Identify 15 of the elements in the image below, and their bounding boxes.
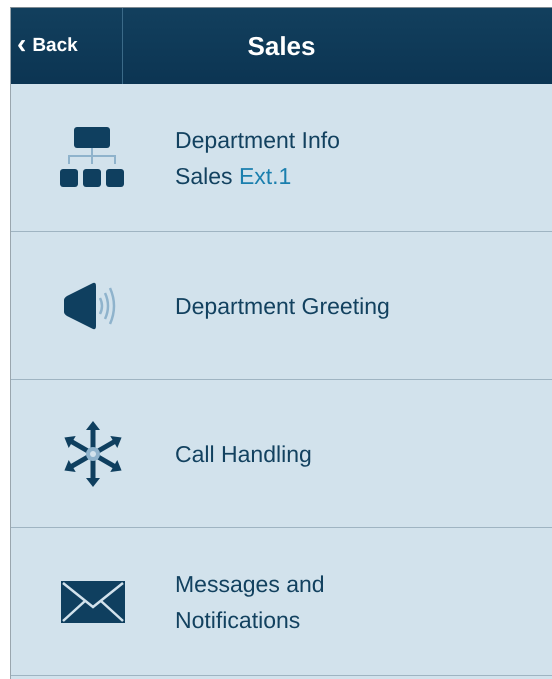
row-label: Messages and	[175, 570, 325, 599]
row-label: Department Greeting	[175, 292, 390, 321]
arrows-icon	[64, 420, 122, 486]
menu-row[interactable]: Messages and Notifications	[11, 528, 552, 676]
row-label: Notifications	[175, 606, 302, 634]
menu-row[interactable]: Department Greeting	[11, 232, 552, 380]
row-label: Call Handling	[175, 440, 312, 469]
row-label: Department Info	[175, 126, 340, 155]
department-extension: Sales Ext.1	[175, 162, 292, 190]
org-chart-icon	[60, 126, 126, 188]
back-button[interactable]: ‹ Back	[11, 8, 123, 84]
envelope-icon	[61, 580, 125, 622]
menu-row[interactable]: Department Info Sales Ext.1	[11, 84, 552, 232]
page-title: Sales	[246, 30, 316, 62]
menu-row[interactable]: Call Handling	[11, 380, 552, 528]
